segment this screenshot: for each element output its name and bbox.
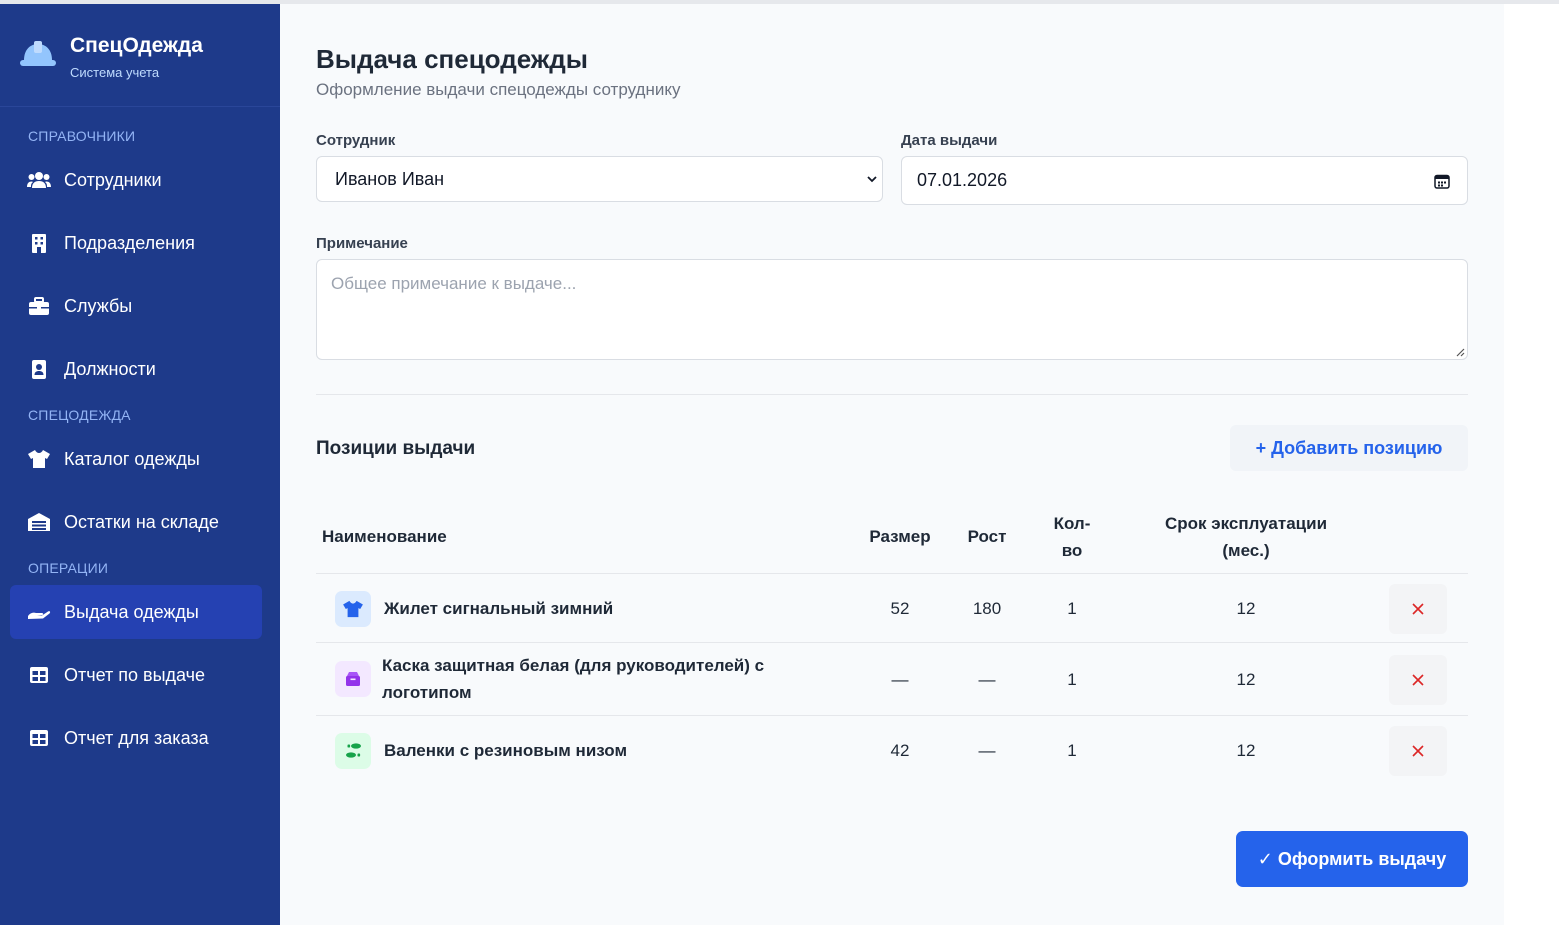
- sidebar-item-label: Отчет для заказа: [64, 727, 209, 748]
- section-workwear: СПЕЦОДЕЖДА: [28, 407, 131, 423]
- col-qty-header-line2: во: [1061, 541, 1083, 560]
- sidebar-item-employees[interactable]: Сотрудники: [10, 153, 262, 207]
- item-name: Валенки с резиновым низом: [384, 741, 628, 760]
- item-term: 12: [1236, 599, 1256, 618]
- sidebar-item-label: Остатки на складе: [64, 511, 219, 532]
- hard-hat-icon: [20, 41, 56, 66]
- col-qty-header: Кол- во: [1032, 510, 1112, 564]
- warehouse-icon: [10, 512, 64, 532]
- col-term-header-line1: Срок эксплуатации: [1164, 514, 1328, 533]
- item-name: Каска защитная белая (для руководителей)…: [382, 656, 765, 702]
- item-size: —: [891, 670, 909, 689]
- row-divider: [316, 715, 1468, 716]
- sidebar-item-label: Сотрудники: [64, 169, 162, 190]
- sidebar: СпецОдежда Система учета СПРАВОЧНИКИ Сот…: [0, 4, 280, 925]
- briefcase-icon: [10, 296, 64, 316]
- section-references: СПРАВОЧНИКИ: [28, 128, 136, 144]
- sidebar-item-stock[interactable]: Остатки на складе: [10, 495, 262, 549]
- item-height: —: [978, 670, 996, 689]
- col-term-header-line2: (мес.): [1222, 541, 1270, 560]
- date-input[interactable]: 07.01.2026: [901, 156, 1468, 205]
- delete-row-button[interactable]: [1389, 655, 1447, 705]
- sidebar-item-label: Каталог одежды: [64, 448, 200, 469]
- positions-title: Позиции выдачи: [316, 438, 476, 459]
- table-icon: [10, 729, 64, 747]
- col-term-header: Срок эксплуатации (мес.): [1146, 510, 1346, 564]
- sidebar-item-label: Службы: [64, 295, 133, 316]
- page-subtitle: Оформление выдачи спецодежды сотруднику: [316, 80, 681, 99]
- brand-subtitle: Система учета: [70, 65, 160, 80]
- brand: СпецОдежда Система учета: [0, 4, 280, 107]
- sidebar-item-services[interactable]: Службы: [10, 279, 262, 333]
- page-title: Выдача спецодежды: [316, 44, 588, 74]
- sidebar-item-issue[interactable]: Выдача одежды: [10, 585, 262, 639]
- item-size: 52: [890, 599, 910, 618]
- close-icon: [1412, 745, 1424, 757]
- delete-row-button[interactable]: [1389, 584, 1447, 634]
- employee-label: Сотрудник: [316, 132, 396, 149]
- employee-select[interactable]: Иванов Иван: [316, 156, 883, 202]
- sidebar-item-order-report[interactable]: Отчет для заказа: [10, 711, 262, 765]
- users-icon: [10, 170, 64, 190]
- item-qty: 1: [1067, 741, 1077, 760]
- sidebar-item-label: Выдача одежды: [64, 601, 199, 622]
- item-term: 12: [1236, 741, 1256, 760]
- item-height: 180: [972, 599, 1002, 618]
- col-size-header: Размер: [869, 527, 931, 546]
- sidebar-item-positions[interactable]: Должности: [10, 342, 262, 396]
- brand-title: СпецОдежда: [70, 34, 203, 57]
- calendar-icon[interactable]: [1434, 173, 1450, 189]
- close-icon: [1412, 603, 1424, 615]
- col-name-header: Наименование: [322, 527, 447, 546]
- note-placeholder: Общее примечание к выдаче...: [331, 274, 577, 293]
- id-badge-icon: [10, 359, 64, 379]
- box-icon: [335, 661, 371, 697]
- table-icon: [10, 666, 64, 684]
- item-qty: 1: [1067, 670, 1077, 689]
- date-label: Дата выдачи: [901, 132, 998, 149]
- chevron-down-icon: [867, 176, 877, 183]
- delete-row-button[interactable]: [1389, 726, 1447, 776]
- sidebar-item-label: Должности: [64, 358, 156, 379]
- col-height-header: Рост: [967, 527, 1007, 546]
- tshirt-icon: [10, 449, 64, 469]
- item-size: 42: [890, 741, 910, 760]
- row-divider: [316, 642, 1468, 643]
- employee-select-value: Иванов Иван: [335, 168, 445, 189]
- date-input-value: 07.01.2026: [917, 170, 1008, 190]
- close-icon: [1412, 674, 1424, 686]
- item-height: —: [978, 741, 996, 760]
- hand-holding-icon: [10, 604, 64, 620]
- tshirt-icon: [335, 591, 371, 627]
- submit-issue-button[interactable]: ✓ Оформить выдачу: [1236, 831, 1468, 887]
- item-name: Жилет сигнальный зимний: [384, 599, 614, 618]
- resize-handle-icon[interactable]: [1455, 347, 1465, 357]
- sidebar-item-label: Подразделения: [64, 232, 195, 253]
- divider: [316, 394, 1468, 395]
- table-header-divider: [316, 573, 1468, 574]
- add-position-button[interactable]: + Добавить позицию: [1230, 425, 1468, 471]
- sidebar-item-catalog[interactable]: Каталог одежды: [10, 432, 262, 486]
- sidebar-item-issue-report[interactable]: Отчет по выдаче: [10, 648, 262, 702]
- note-label: Примечание: [316, 235, 408, 252]
- shoe-prints-icon: [335, 733, 371, 769]
- item-qty: 1: [1067, 599, 1077, 618]
- note-textarea[interactable]: Общее примечание к выдаче...: [316, 259, 1468, 360]
- building-icon: [10, 233, 64, 253]
- item-term: 12: [1236, 670, 1256, 689]
- main-content: Выдача спецодежды Оформление выдачи спец…: [280, 4, 1504, 925]
- sidebar-item-label: Отчет по выдаче: [64, 664, 206, 685]
- section-operations: ОПЕРАЦИИ: [28, 560, 109, 576]
- col-qty-header-line1: Кол-: [1053, 514, 1091, 533]
- sidebar-item-departments[interactable]: Подразделения: [10, 216, 262, 270]
